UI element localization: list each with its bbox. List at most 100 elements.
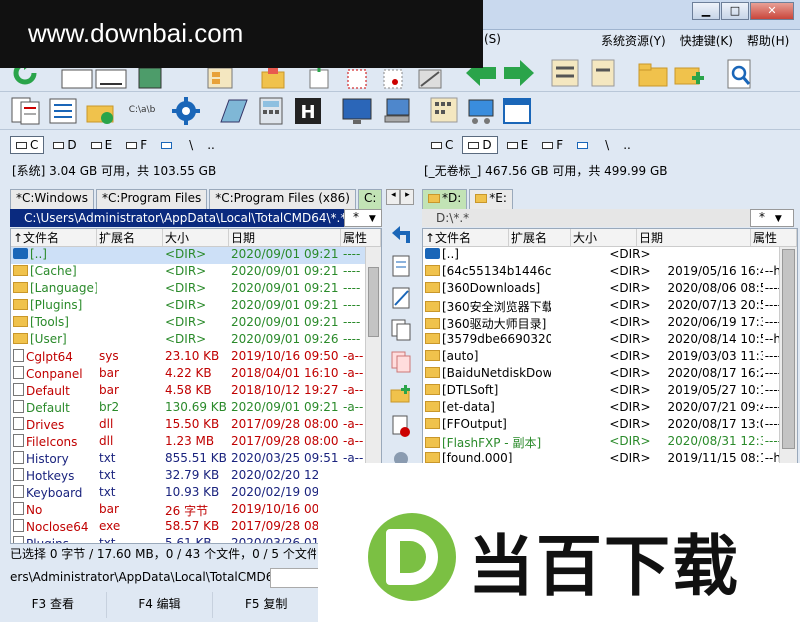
file-row[interactable]: Default br2 130.69 KB 2020/09/01 09:21 -a-- xyxy=(11,400,381,417)
file-row[interactable]: [DTLSoft]<DIR>2019/05/27 10:13---- xyxy=(423,383,797,400)
right-drive-c[interactable]: C xyxy=(426,136,458,154)
file-row[interactable]: [BaiduNetdiskDownlo..] <DIR> 2020/08/17 16… xyxy=(423,366,797,383)
folder-refresh-icon[interactable] xyxy=(84,96,118,126)
hex-editor-icon[interactable]: H xyxy=(292,96,324,126)
gear-icon[interactable] xyxy=(170,96,202,126)
menu-item-s[interactable]: (S) xyxy=(484,32,501,48)
move-file-icon[interactable] xyxy=(389,350,413,374)
left-parent-button[interactable]: .. xyxy=(202,136,220,154)
header-date[interactable]: 日期 xyxy=(229,229,341,246)
view-file-icon[interactable] xyxy=(389,254,413,278)
scrollbar-thumb[interactable] xyxy=(368,267,379,337)
file-row[interactable]: [FlashFXP - 副本]<DIR>2020/08/31 12:32---- xyxy=(423,434,797,451)
f3-view-button[interactable]: F3 查看 xyxy=(0,592,107,618)
tab-scroll-left-icon[interactable]: ◂ xyxy=(386,189,401,205)
command-line-input[interactable] xyxy=(270,568,320,588)
sync-dirs-icon[interactable] xyxy=(588,56,620,90)
right-root-button[interactable]: \ xyxy=(600,136,614,154)
copy-names-icon[interactable] xyxy=(8,96,42,126)
header-date[interactable]: 日期 xyxy=(637,229,751,246)
computer-icon[interactable] xyxy=(380,96,414,126)
tab-c-program-files-x86[interactable]: *C:Program Files (x86) xyxy=(209,189,356,209)
left-path-bar[interactable]: C:\Users\Administrator\AppData\Local\Tot… xyxy=(10,209,346,227)
right-drive-e[interactable]: E xyxy=(502,136,534,154)
control-panel-icon[interactable] xyxy=(428,96,462,126)
header-attr[interactable]: 属性 xyxy=(341,229,381,246)
left-network-drive[interactable] xyxy=(156,136,180,154)
right-filter-dropdown[interactable]: * ▼ xyxy=(750,209,794,227)
copy-file-icon[interactable] xyxy=(389,318,413,342)
left-drive-e[interactable]: E xyxy=(86,136,118,154)
tab-e[interactable]: *E: xyxy=(469,189,513,209)
new-folder-icon[interactable] xyxy=(389,382,413,406)
right-drive-d[interactable]: D xyxy=(462,136,498,154)
search-icon[interactable] xyxy=(722,58,758,90)
header-size[interactable]: 大小 xyxy=(571,229,637,246)
menu-item-hotkeys[interactable]: 快捷键(K) xyxy=(680,32,733,48)
left-drive-f[interactable]: F xyxy=(121,136,152,154)
right-path-bar[interactable]: D:\*.* xyxy=(422,209,750,227)
f4-edit-button[interactable]: F4 编辑 xyxy=(107,592,214,618)
file-row[interactable]: [64c55134b1446c2c..] <DIR> 2019/05/16 16:4… xyxy=(423,264,797,281)
calculator-icon[interactable] xyxy=(256,96,286,126)
header-ext[interactable]: 扩展名 xyxy=(97,229,163,246)
multi-rename-icon[interactable] xyxy=(46,96,80,126)
menu-item-help[interactable]: 帮助(H) xyxy=(747,32,789,48)
compare-icon[interactable] xyxy=(548,56,584,90)
edit-file-icon[interactable] xyxy=(389,286,413,310)
monitor-icon[interactable] xyxy=(340,96,374,126)
file-row[interactable]: [Cache] <DIR> 2020/09/01 09:21 ---- xyxy=(11,264,381,281)
file-row[interactable]: [360Downloads]<DIR>2020/08/06 08:59---- xyxy=(423,281,797,298)
header-ext[interactable]: 扩展名 xyxy=(509,229,571,246)
window-icon[interactable] xyxy=(500,96,534,126)
header-name[interactable]: ↑文件名 xyxy=(423,229,509,246)
file-row[interactable]: [..] <DIR> xyxy=(423,247,797,264)
up-arrow-icon[interactable] xyxy=(389,222,413,246)
path-display-icon[interactable]: C:\a\b xyxy=(120,94,164,126)
left-root-button[interactable]: \ xyxy=(184,136,198,154)
minimize-button[interactable]: ▁ xyxy=(692,2,720,20)
tab-c-active[interactable]: C: xyxy=(357,189,383,209)
file-row[interactable]: [Tools] <DIR> 2020/09/01 09:21 ---- xyxy=(11,315,381,332)
header-name[interactable]: ↑文件名 xyxy=(11,229,97,246)
notepad-icon[interactable] xyxy=(216,96,250,126)
right-scrollbar[interactable] xyxy=(779,247,797,463)
file-row[interactable]: [..] <DIR> 2020/09/01 09:21 ---- xyxy=(11,247,381,264)
header-size[interactable]: 大小 xyxy=(163,229,229,246)
right-drive-f[interactable]: F xyxy=(537,136,568,154)
network-icon[interactable] xyxy=(464,96,498,126)
tab-c-program-files[interactable]: *C:Program Files xyxy=(96,189,208,209)
folder-icon[interactable] xyxy=(636,58,670,90)
file-row[interactable]: [3579dbe66903204..] <DIR> 2020/08/14 10:52… xyxy=(423,332,797,349)
scrollbar-thumb[interactable] xyxy=(782,249,795,449)
menu-item-system-resources[interactable]: 系统资源(Y) xyxy=(601,32,666,48)
file-row[interactable]: [360驱动大师目录]<DIR>2020/06/19 17:30---- xyxy=(423,315,797,332)
file-row[interactable]: [User] <DIR> 2020/09/01 09:26 ---- xyxy=(11,332,381,349)
left-filter-dropdown[interactable]: * ▼ xyxy=(344,209,382,227)
left-drive-d[interactable]: D xyxy=(48,136,81,154)
left-drive-c[interactable]: C xyxy=(10,136,45,154)
file-row[interactable]: Cglpt64 sys 23.10 KB 2019/10/16 09:50 -a-- xyxy=(11,349,381,366)
right-network-drive[interactable] xyxy=(572,136,596,154)
tab-scroll-right-icon[interactable]: ▸ xyxy=(400,189,415,205)
file-row[interactable]: [auto]<DIR>2019/03/03 11:32---- xyxy=(423,349,797,366)
file-row[interactable]: Default bar 4.58 KB 2018/10/12 19:27 -a-- xyxy=(11,383,381,400)
tab-c-windows[interactable]: *C:Windows xyxy=(10,189,94,209)
maximize-button[interactable]: □ xyxy=(721,2,749,20)
header-attr[interactable]: 属性 xyxy=(751,229,797,246)
right-file-panel[interactable]: ↑文件名 扩展名 大小 日期 属性 [..] <DIR> [64c55134b144… xyxy=(422,228,798,464)
file-row[interactable]: Drives dll 15.50 KB 2017/09/28 08:00 -a-- xyxy=(11,417,381,434)
file-row[interactable]: Conpanel bar 4.22 KB 2018/04/01 16:10 -a-- xyxy=(11,366,381,383)
file-row[interactable]: [FFOutput]<DIR>2020/08/17 13:00---- xyxy=(423,417,797,434)
delete-file-icon[interactable] xyxy=(389,414,413,438)
new-folder-icon[interactable] xyxy=(672,58,706,90)
file-row[interactable]: [360安全浏览器下载]<DIR>2020/07/13 20:51---- xyxy=(423,298,797,315)
file-row[interactable]: [Language] <DIR> 2020/09/01 09:21 ---- xyxy=(11,281,381,298)
tab-d-active[interactable]: *D: xyxy=(422,189,468,209)
close-button[interactable]: ✕ xyxy=(750,2,794,20)
right-parent-button[interactable]: .. xyxy=(618,136,636,154)
file-row[interactable]: FileIcons dll 1.23 MB 2017/09/28 08:00 -a-- xyxy=(11,434,381,451)
file-row[interactable]: [et-data]<DIR>2020/07/21 09:44---- xyxy=(423,400,797,417)
f5-copy-button[interactable]: F5 复制 xyxy=(213,592,321,618)
file-row[interactable]: [Plugins] <DIR> 2020/09/01 09:21 ---- xyxy=(11,298,381,315)
